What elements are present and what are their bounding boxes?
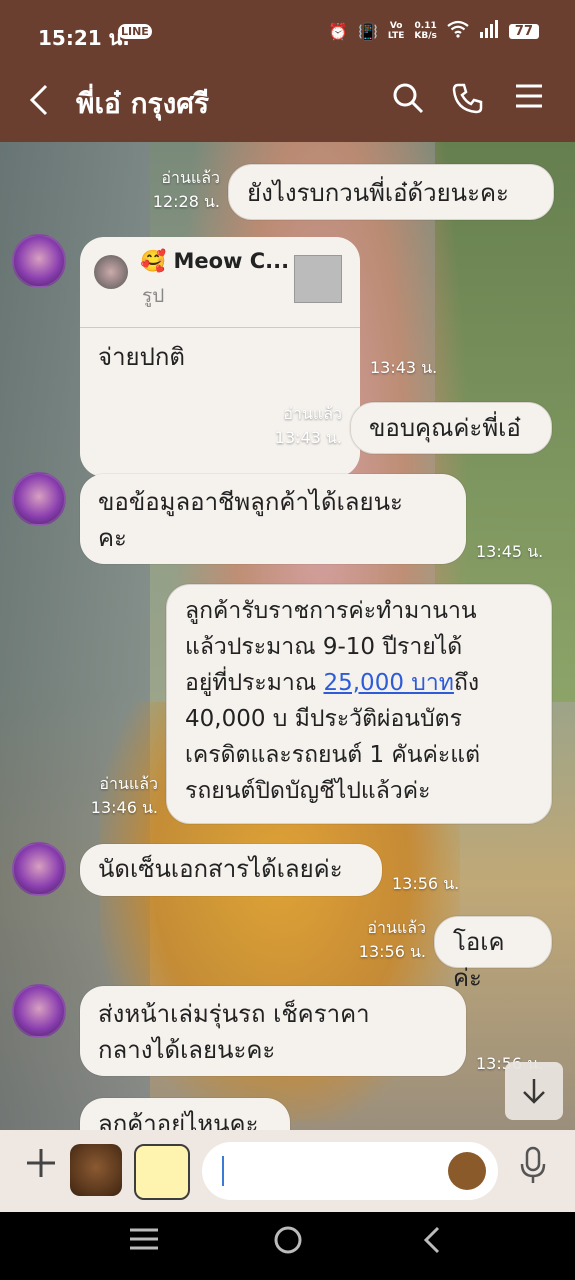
message-meta: อ่านแล้ว 12:28 น. (152, 168, 220, 211)
message-time: 13:45 น. (476, 542, 544, 561)
plus-icon[interactable] (24, 1144, 58, 1190)
message-meta: อ่านแล้ว 13:56 น. (358, 918, 426, 961)
emoji-icon[interactable] (448, 1152, 486, 1190)
vibrate-icon: 📳 (357, 21, 378, 41)
chat-area[interactable]: อ่านแล้ว 12:28 น. ยังไงรบกวนพี่เอ๋ด้วยนะ… (0, 142, 575, 1130)
message-bubble-incoming[interactable]: ขอข้อมูลอาชีพลูกค้าได้เลยนะ คะ (80, 474, 466, 564)
quoted-sender: 🥰 Meow C... (140, 249, 290, 273)
message-bubble-outgoing[interactable]: ยังไงรบกวนพี่เอ๋ด้วยนะคะ (228, 164, 554, 220)
message-bubble-incoming[interactable]: ลูกค้าอยู่ไหนคะ (80, 1098, 290, 1130)
message-input-bar (0, 1130, 575, 1212)
message-bubble-outgoing[interactable]: โอเคค่ะ (434, 916, 552, 992)
quoted-avatar (94, 255, 128, 289)
message-text: โอเคค่ะ (453, 928, 505, 992)
home-icon[interactable] (272, 1224, 304, 1264)
amount-link[interactable]: 25,000 บาท (323, 670, 453, 696)
message-bubble-outgoing[interactable]: ลูกค้ารับราชการค่ะทำมานาน แล้วประมาณ 9-1… (166, 584, 552, 824)
wifi-icon (447, 20, 469, 42)
message-time: 13:43 น. (370, 358, 438, 377)
contact-avatar[interactable] (12, 842, 66, 896)
menu-icon[interactable] (514, 82, 544, 117)
status-bar: 15:21 น. LINE ⏰ 📳 Vo LTE 0.11 KB/s 77 (0, 0, 575, 66)
recent-apps-icon[interactable] (128, 1224, 160, 1262)
search-icon[interactable] (392, 82, 424, 121)
sticker-icon[interactable] (70, 1144, 122, 1196)
gallery-sticker-icon[interactable] (134, 1144, 190, 1200)
message-text: ลูกค้าอยู่ไหนคะ (98, 1110, 259, 1130)
message-text: ยังไงรบกวนพี่เอ๋ด้วยนะคะ (247, 179, 509, 207)
back-icon[interactable] (26, 80, 52, 129)
alarm-icon: ⏰ (328, 21, 348, 41)
status-time: 15:21 น. (38, 26, 130, 50)
quoted-message[interactable]: 🥰 Meow C... รูป (80, 237, 360, 328)
message-bubble-incoming[interactable]: นัดเซ็นเอกสารได้เลยค่ะ (80, 844, 382, 896)
scroll-to-bottom-button[interactable] (505, 1062, 563, 1120)
status-icons: ⏰ 📳 Vo LTE 0.11 KB/s 77 (328, 20, 539, 42)
mic-icon[interactable] (520, 1146, 546, 1193)
volte-indicator: Vo LTE (387, 21, 405, 41)
contact-avatar[interactable] (12, 472, 66, 526)
chat-header: พี่เอ๋ กรุงศรี (0, 66, 575, 142)
message-meta: อ่านแล้ว 13:46 น. (90, 774, 158, 817)
contact-avatar[interactable] (12, 984, 66, 1038)
message-input[interactable] (202, 1142, 498, 1200)
system-nav-bar (0, 1212, 575, 1280)
message-text: จ่ายปกติ (98, 343, 185, 371)
back-nav-icon[interactable] (420, 1224, 446, 1264)
call-icon[interactable] (452, 82, 484, 121)
message-text: นัดเซ็นเอกสารได้เลยค่ะ (98, 855, 343, 883)
chat-title: พี่เอ๋ กรุงศรี (76, 87, 210, 120)
quoted-image-thumbnail (294, 255, 342, 303)
signal-icon (479, 20, 499, 42)
battery-indicator: 77 (508, 23, 539, 39)
quoted-type: รูป (142, 285, 165, 307)
net-speed: 0.11 KB/s (414, 21, 437, 41)
message-bubble-incoming[interactable]: ส่งหน้าเล่มรุ่นรถ เช็คราคา กลางได้เลยนะค… (80, 986, 466, 1076)
contact-avatar[interactable] (12, 234, 66, 288)
message-bubble-outgoing[interactable]: ขอบคุณค่ะพี่เอ๋ (350, 402, 552, 454)
message-text: ขอบคุณค่ะพี่เอ๋ (369, 414, 521, 442)
message-meta: อ่านแล้ว 13:43 น. (274, 404, 342, 447)
message-time: 13:56 น. (392, 874, 460, 893)
line-notification-icon: LINE (118, 24, 152, 39)
